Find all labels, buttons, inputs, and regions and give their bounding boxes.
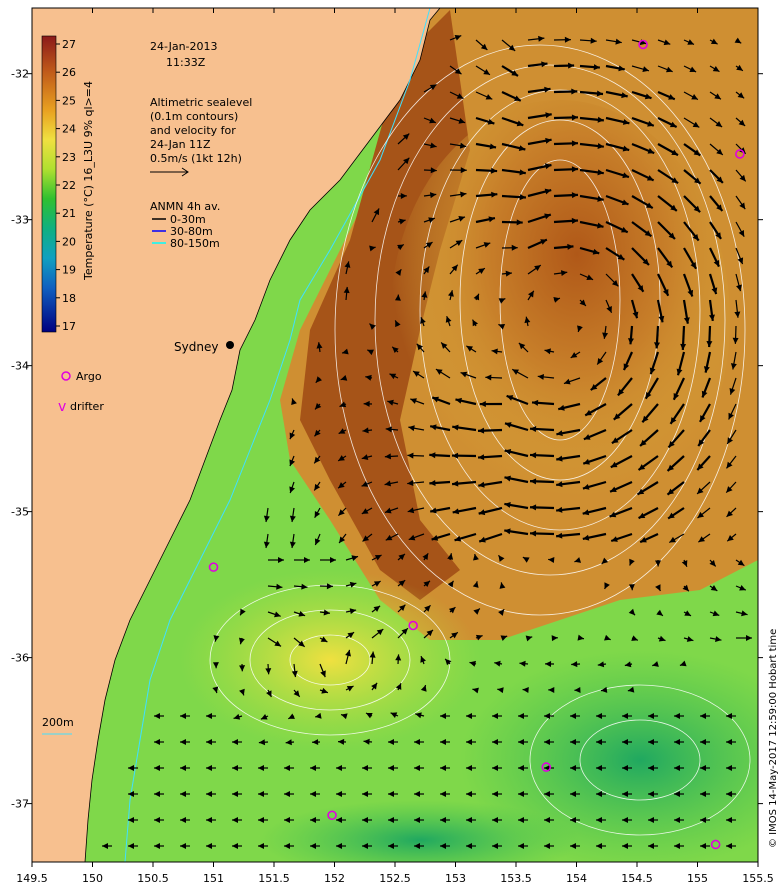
altimetry-note-4: 24-Jan 11Z <box>150 138 211 151</box>
colorbar-tick-label: 19 <box>62 264 76 277</box>
colorbar-tick-label: 17 <box>62 320 76 333</box>
x-tick-label: 151.5 <box>258 872 290 885</box>
warm-eddy <box>390 100 730 540</box>
x-tick-label: 155.5 <box>742 872 774 885</box>
altimetry-note-5: 0.5m/s (1kt 12h) <box>150 152 242 165</box>
y-tick-label: -33 <box>11 214 29 227</box>
colorbar-tick-label: 26 <box>62 66 76 79</box>
x-tick-label: 155 <box>687 872 708 885</box>
x-tick-label: 154.5 <box>621 872 653 885</box>
credit-text: © IMOS 14-May-2017 12:59:00 Hobart time <box>768 629 779 848</box>
sydney-marker <box>226 341 234 349</box>
city-label: Sydney <box>174 340 218 354</box>
y-tick-label: -37 <box>11 798 29 811</box>
y-tick-label: -35 <box>11 506 29 519</box>
y-tick-label: -36 <box>11 652 29 665</box>
drifter-legend-label: drifter <box>70 400 104 413</box>
x-tick-label: 152 <box>324 872 345 885</box>
isobath-label: 200m <box>42 716 74 729</box>
drifter-legend-icon: v <box>58 399 66 415</box>
date-line-2: 11:33Z <box>166 56 206 69</box>
y-tick-label: -32 <box>11 68 29 81</box>
colorbar-tick-label: 20 <box>62 235 76 248</box>
x-tick-label: 153.5 <box>500 872 532 885</box>
colorbar-tick-label: 18 <box>62 292 76 305</box>
altimetry-note-2: (0.1m contours) <box>150 110 238 123</box>
anmn-title: ANMN 4h av. <box>150 200 220 213</box>
colorbar-tick-label: 23 <box>62 151 76 164</box>
x-tick-label: 153 <box>445 872 466 885</box>
x-tick-label: 152.5 <box>379 872 411 885</box>
colorbar-title: Temperature (°C) 16_L3U 9% ql>=4 <box>82 81 95 281</box>
colorbar-tick-label: 27 <box>62 38 76 51</box>
colorbar-tick-label: 25 <box>62 94 76 107</box>
colorbar-tick-label: 22 <box>62 179 76 192</box>
x-tick-label: 151 <box>203 872 224 885</box>
y-tick-label: -34 <box>11 360 29 373</box>
date-line-1: 24-Jan-2013 <box>150 40 218 53</box>
cold-south-water-2 <box>260 800 580 862</box>
cool-eddy <box>180 570 480 750</box>
sst-map: 149.5 150 150.5 151 151.5 152 152.5 153 153.5 154… <box>11 7 779 885</box>
x-tick-label: 154 <box>566 872 587 885</box>
colorbar-tick-label: 24 <box>62 123 76 136</box>
x-tick-label: 150 <box>82 872 103 885</box>
altimetry-note-1: Altimetric sealevel <box>150 96 252 109</box>
anmn-legend-2: 80-150m <box>170 237 220 250</box>
x-tick-label: 149.5 <box>16 872 48 885</box>
argo-legend-label: Argo <box>76 370 102 383</box>
colorbar-tick-label: 21 <box>62 207 76 220</box>
colorbar <box>41 35 57 333</box>
altimetry-note-3: and velocity for <box>150 124 236 137</box>
x-tick-label: 150.5 <box>137 872 169 885</box>
